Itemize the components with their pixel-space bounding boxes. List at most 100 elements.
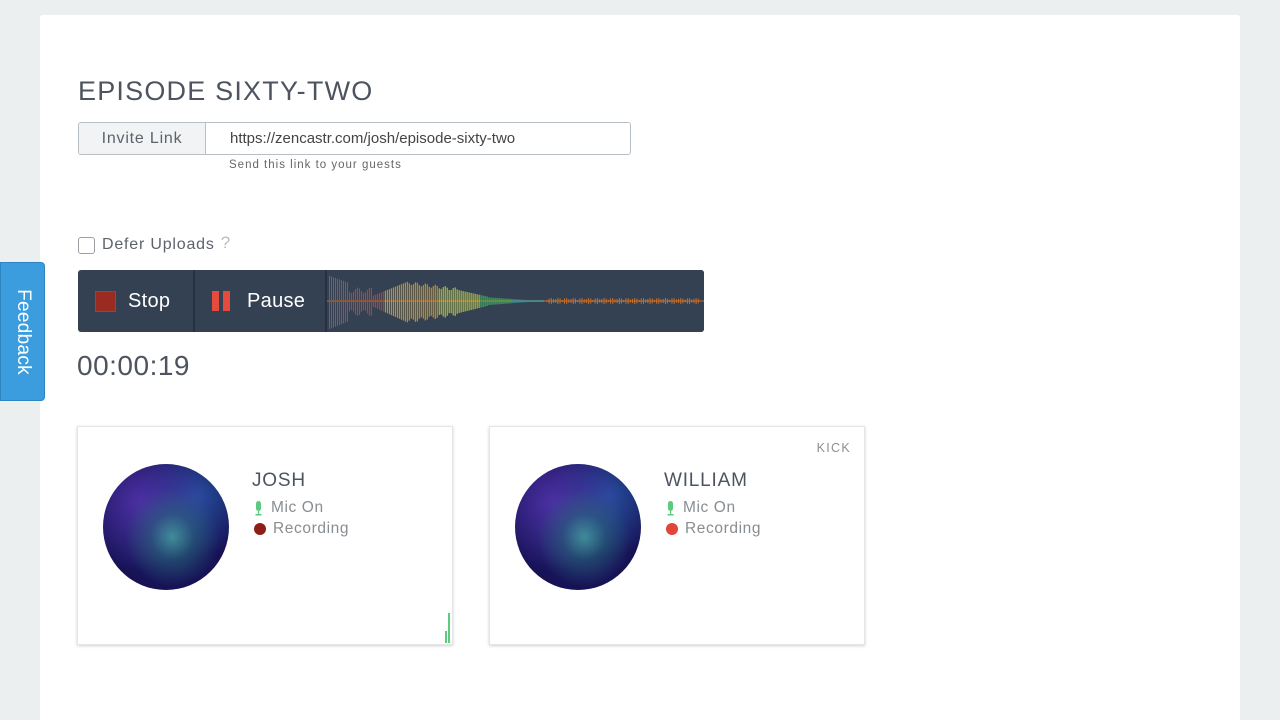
mic-status: Mic On xyxy=(666,499,736,517)
waveform-bar xyxy=(456,289,458,314)
recording-status-label: Recording xyxy=(685,520,762,537)
waveform-bar xyxy=(480,295,482,308)
defer-uploads-option: Defer Uploads ? xyxy=(78,233,230,254)
waveform-bar xyxy=(368,287,370,316)
waveform-tail-bar xyxy=(682,298,684,304)
avatar xyxy=(103,464,229,590)
waveform-bar xyxy=(488,297,490,305)
waveform-tail-bar xyxy=(614,299,616,303)
waveform-tail-bar xyxy=(662,298,664,304)
recording-status: Recording xyxy=(254,520,349,538)
waveform-bar xyxy=(396,285,398,318)
defer-uploads-label[interactable]: Defer Uploads xyxy=(102,236,215,254)
waveform-tail-bar xyxy=(594,298,596,304)
waveform-bar xyxy=(436,285,438,318)
microphone-icon xyxy=(255,500,262,515)
waveform-bar xyxy=(470,292,472,310)
waveform-bar xyxy=(538,300,540,302)
waveform-tail-bar xyxy=(610,298,612,304)
waveform-bar xyxy=(428,286,430,317)
waveform-tail-bar xyxy=(548,298,550,304)
waveform-tail-bar xyxy=(581,298,583,304)
waveform-bar xyxy=(358,288,360,315)
pause-button[interactable]: Pause xyxy=(195,270,327,332)
waveform-tail-bar xyxy=(686,298,688,304)
waveform-tail-bar xyxy=(555,299,557,303)
waveform-bar xyxy=(484,296,486,307)
recording-status-label: Recording xyxy=(273,520,350,537)
waveform-bar xyxy=(426,284,428,320)
waveform-tail-bar xyxy=(601,299,603,303)
waveform-bar xyxy=(474,293,476,309)
waveform-bar xyxy=(532,300,534,302)
waveform-tail-bar xyxy=(553,299,554,303)
participant-name: JOSH xyxy=(252,470,306,491)
defer-uploads-checkbox[interactable] xyxy=(78,236,95,254)
waveform-tail-bar xyxy=(623,299,625,303)
waveform-bar xyxy=(424,283,426,321)
waveform-bar xyxy=(486,296,488,306)
waveform-bar xyxy=(446,287,448,316)
invite-link-input[interactable] xyxy=(206,123,630,154)
waveform-bar xyxy=(496,297,498,305)
waveform-bar xyxy=(504,298,506,304)
waveform-bar xyxy=(392,287,394,316)
waveform-bar xyxy=(412,284,414,320)
waveform-bar xyxy=(360,290,362,313)
waveform-tail-bar xyxy=(629,299,631,303)
waveform-bar xyxy=(440,288,442,315)
waveform-bar xyxy=(328,275,330,329)
waveform-tail-bar xyxy=(669,299,671,303)
mic-status: Mic On xyxy=(254,499,324,517)
invite-link-label: Invite Link xyxy=(79,123,206,154)
waveform-tail-bar xyxy=(596,298,598,304)
waveform-tail-bar xyxy=(550,298,552,304)
waveform-tail-bar xyxy=(656,298,658,304)
waveform-bar xyxy=(478,294,480,308)
waveform-tail-bar xyxy=(590,298,592,304)
waveform-bar xyxy=(374,294,376,308)
waveform-tail-bar xyxy=(651,298,653,304)
waveform-tail-bar xyxy=(574,298,576,304)
waveform-tail-bar xyxy=(625,298,627,304)
waveform-bar xyxy=(450,289,452,314)
waveform-tail-bar xyxy=(627,298,629,304)
waveform-tail-bar xyxy=(566,298,568,304)
waveform-tail-bar xyxy=(557,298,559,304)
waveform-tail-bar xyxy=(588,298,590,304)
stop-button[interactable]: Stop xyxy=(78,270,195,332)
waveform-bar xyxy=(510,298,512,304)
waveform-bar xyxy=(380,292,382,311)
waveform-tail-bar xyxy=(678,298,680,304)
waveform-tail-bar xyxy=(645,299,647,303)
waveform-tail-bar xyxy=(546,300,548,302)
waveform-tail-bar xyxy=(563,298,565,304)
waveform-bar xyxy=(366,289,368,314)
participant-name: WILLIAM xyxy=(664,470,748,491)
waveform-bar xyxy=(448,289,450,314)
waveform-bar xyxy=(402,283,404,321)
waveform-bar xyxy=(394,286,396,317)
kick-button[interactable]: KICK xyxy=(817,441,851,455)
waveform-bar xyxy=(476,294,478,309)
waveform-bar xyxy=(362,292,364,311)
waveform-bar xyxy=(346,282,348,322)
waveform-bar xyxy=(420,286,422,318)
help-icon[interactable]: ? xyxy=(221,233,230,253)
feedback-tab[interactable]: Feedback xyxy=(0,262,45,401)
waveform-bar xyxy=(416,282,418,322)
waveform-tail-bar xyxy=(612,298,614,304)
waveform-bar xyxy=(520,299,522,303)
mic-status-label: Mic On xyxy=(271,499,324,516)
audio-level-meter xyxy=(444,613,450,643)
waveform-bar xyxy=(490,297,492,305)
waveform-bar xyxy=(348,291,350,312)
participant-card-william: KICK WILLIAM Mic On Recording xyxy=(489,426,865,645)
waveform-bar xyxy=(352,291,354,312)
waveform-bar xyxy=(430,287,432,316)
waveform-tail-bar xyxy=(689,298,691,304)
waveform-bar xyxy=(462,291,464,312)
waveform-bar xyxy=(350,292,352,311)
waveform-bar xyxy=(454,287,456,317)
waveform-bar xyxy=(530,300,532,302)
